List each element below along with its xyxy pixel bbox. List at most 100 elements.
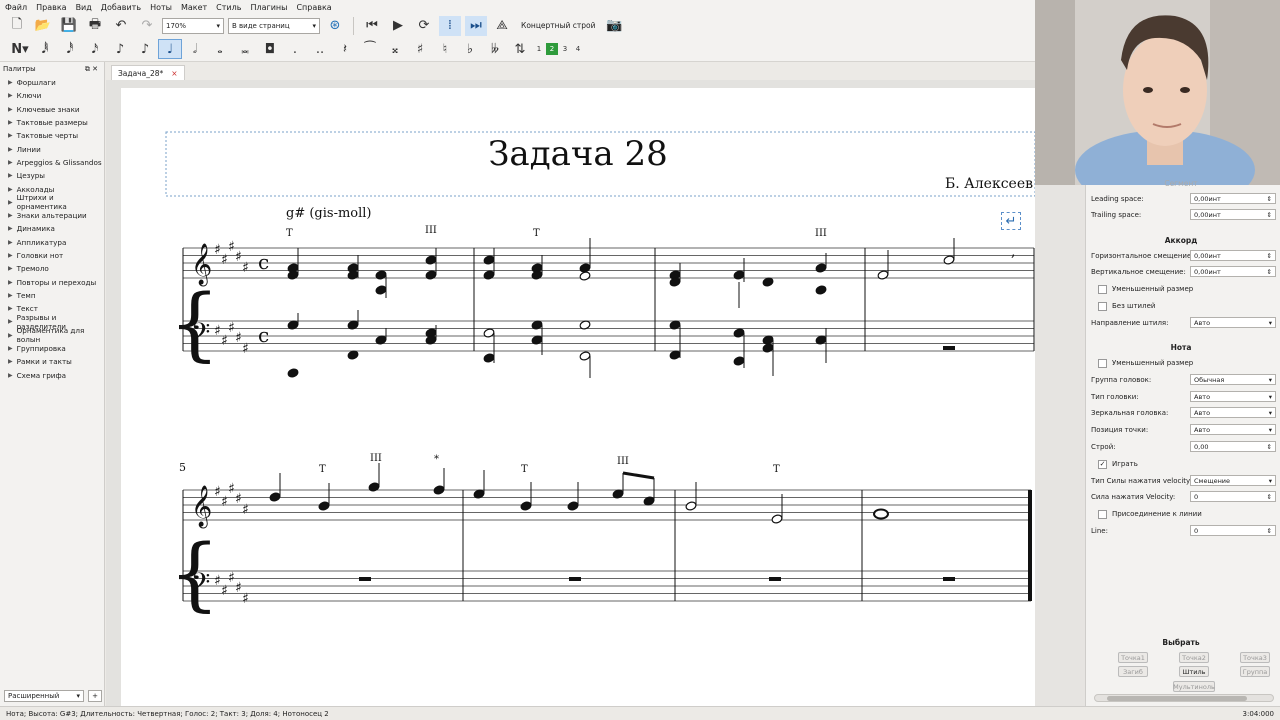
play-checkbox[interactable]: ✓ Играть xyxy=(1098,458,1138,470)
select-dot2-button[interactable]: Точка2 xyxy=(1179,652,1209,663)
loop-out-icon[interactable]: ⏭ xyxy=(465,15,487,36)
inspector-scrollbar[interactable] xyxy=(1094,694,1274,702)
no-stem-checkbox[interactable]: Без штилей xyxy=(1098,300,1155,312)
spin-icon[interactable]: ⇕ xyxy=(1267,195,1272,203)
select-tuplet-button[interactable]: Мультиноль xyxy=(1173,681,1215,692)
loop-in-icon[interactable]: ⁞ xyxy=(439,15,461,36)
trailing-space-field[interactable]: 0,00инт ⇕ xyxy=(1190,209,1276,220)
palette-item[interactable]: ▶ Головки нот xyxy=(0,249,104,262)
palette-item[interactable]: ▶ Рамки и такты xyxy=(0,355,104,368)
score-composer[interactable]: Б. Алексеев xyxy=(945,176,1033,192)
palette-item[interactable]: ▶ Повторы и переходы xyxy=(0,275,104,288)
concert-pitch-toggle[interactable]: Концертный строй xyxy=(517,21,599,30)
score-page[interactable]: {𝄞 𝄢 ♯ ♯ ♯ ♯ ♯ ♯ ♯ ♯ ♯ ♯ c c T III T III,{𝄞 𝄢 ♯ ♯ ♯ ♯ ♯ ♯ ♯ ♯ ♯ ♯ T II… xyxy=(121,88,1035,706)
redo-icon[interactable]: ↷ xyxy=(136,16,158,36)
play-icon[interactable]: ▶ xyxy=(387,16,409,36)
score-title[interactable]: Задача 28 xyxy=(121,134,1035,174)
score-svg[interactable]: {𝄞𝄢♯♯♯♯♯♯♯♯♯♯ccT III T III,{𝄞𝄢♯♯♯♯♯♯♯♯♯♯TII… xyxy=(121,88,1035,706)
palette-item[interactable]: ▶ Аппликатура xyxy=(0,236,104,249)
line-field[interactable]: 0 ⇕ xyxy=(1190,525,1276,536)
palette-item[interactable]: ▶ Схема грифа xyxy=(0,369,104,382)
palette-item[interactable]: ▶ Цезуры xyxy=(0,169,104,182)
flat-icon[interactable]: ♭ xyxy=(458,39,482,59)
stem-direction-select[interactable]: Авто ▾ xyxy=(1190,317,1276,328)
select-dot1-button[interactable]: Точка1 xyxy=(1118,652,1148,663)
dot-icon[interactable]: . xyxy=(283,39,307,59)
head-group-select[interactable]: Обычная ▾ xyxy=(1190,374,1276,385)
spin-icon[interactable]: ⇕ xyxy=(1267,252,1272,260)
voice-4-button[interactable]: 4 xyxy=(572,43,584,55)
open-icon[interactable]: 📂 xyxy=(32,16,54,36)
system-break-icon[interactable]: ↵ xyxy=(1001,212,1021,230)
spin-icon[interactable]: ⇕ xyxy=(1267,527,1272,535)
workspace-select[interactable]: Расширенный ▾ xyxy=(4,690,84,702)
select-hook-button[interactable]: Загиб xyxy=(1118,666,1148,677)
tab-close-icon[interactable]: × xyxy=(171,69,177,78)
key-text[interactable]: g# (gis-moll) xyxy=(286,206,372,221)
small-note-checkbox[interactable]: Уменьшенный размер xyxy=(1098,357,1193,369)
spin-icon[interactable]: ⇕ xyxy=(1267,268,1272,276)
fix-to-line-checkbox[interactable]: Присоединение к линии xyxy=(1098,508,1202,520)
undock-icon[interactable]: ⧉ xyxy=(85,65,90,73)
menu-edit[interactable]: Правка xyxy=(36,3,66,12)
spin-icon[interactable]: ⇕ xyxy=(1267,211,1272,219)
palette-item[interactable]: ▶ Линии xyxy=(0,142,104,155)
select-dot3-button[interactable]: Точка3 xyxy=(1240,652,1270,663)
palette-item[interactable]: ▶ Тактовые размеры xyxy=(0,116,104,129)
duration-longa-icon[interactable]: ◘ xyxy=(258,39,282,59)
checkbox-box[interactable] xyxy=(1098,284,1107,294)
tuning-field[interactable]: 0,00 ⇕ xyxy=(1190,441,1276,452)
palette-item[interactable]: ▶ Ключевые знаки xyxy=(0,103,104,116)
natural-icon[interactable]: ♮ xyxy=(433,39,457,59)
spin-icon[interactable]: ⇕ xyxy=(1267,493,1272,501)
palette-item[interactable]: ▶ Форшлаги xyxy=(0,76,104,89)
small-chord-checkbox[interactable]: Уменьшенный размер xyxy=(1098,283,1193,295)
save-icon[interactable]: 💾 xyxy=(58,16,80,36)
voice-2-button[interactable]: 2 xyxy=(546,43,558,55)
view-mode-select[interactable]: В виде страниц ▾ xyxy=(228,17,320,34)
menu-file[interactable]: Файл xyxy=(5,3,27,12)
palette-item[interactable]: ▶ Штрихи и орнаментика xyxy=(0,193,104,211)
palette-item[interactable]: ▶ Ключи xyxy=(0,89,104,102)
loop-icon[interactable]: ⟳ xyxy=(413,16,435,36)
duration-half-icon[interactable]: 𝅗𝅥 xyxy=(183,39,207,59)
duration-breve-icon[interactable]: 𝅜 xyxy=(233,39,257,59)
menu-notes[interactable]: Ноты xyxy=(150,3,172,12)
duration-whole-icon[interactable]: 𝅝 xyxy=(208,39,232,59)
mirror-head-select[interactable]: Авто ▾ xyxy=(1190,407,1276,418)
tie-icon[interactable]: ⁀ xyxy=(358,39,382,59)
duration-64th-icon[interactable]: 𝅘𝅥𝅱 xyxy=(33,39,57,59)
close-icon[interactable]: ✕ xyxy=(92,65,98,73)
midi-input-icon[interactable]: ⊛ xyxy=(324,16,346,36)
print-icon[interactable]: 🖶 xyxy=(84,16,106,36)
flip-direction-icon[interactable]: ⇅ xyxy=(508,39,532,59)
velocity-field[interactable]: 0 ⇕ xyxy=(1190,491,1276,502)
v-offset-field[interactable]: 0,00инт ⇕ xyxy=(1190,266,1276,277)
palette-item[interactable]: ▶ Arpeggios & Glissandos xyxy=(0,156,104,169)
duration-8th-icon[interactable]: ♪ xyxy=(108,39,132,59)
select-stem-button[interactable]: Штиль xyxy=(1179,666,1209,677)
scrollbar-thumb[interactable] xyxy=(1107,696,1247,701)
spin-icon[interactable]: ⇕ xyxy=(1267,443,1272,451)
dot-position-select[interactable]: Авто ▾ xyxy=(1190,424,1276,435)
duration-quarter-icon[interactable]: ♩ xyxy=(158,39,182,59)
voice-1-button[interactable]: 1 xyxy=(533,43,545,55)
palette-item[interactable]: ▶ Тремоло xyxy=(0,262,104,275)
palette-item[interactable]: ▶ Тактовые черты xyxy=(0,129,104,142)
undo-icon[interactable]: ↶ xyxy=(110,16,132,36)
velocity-type-select[interactable]: Смещение ▾ xyxy=(1190,475,1276,486)
palette-item[interactable]: ▶ Темп xyxy=(0,289,104,302)
zoom-select[interactable]: 170% ▾ xyxy=(162,17,224,34)
head-type-select[interactable]: Авто ▾ xyxy=(1190,391,1276,402)
checkbox-box[interactable] xyxy=(1098,301,1107,311)
palette-item[interactable]: ▶ Динамика xyxy=(0,222,104,235)
rewind-icon[interactable]: ⏮ xyxy=(361,16,383,36)
sharp-icon[interactable]: ♯ xyxy=(408,39,432,59)
palette-item[interactable]: ▶ Орнаментика для волын xyxy=(0,326,104,344)
checkbox-checked[interactable]: ✓ xyxy=(1098,459,1107,469)
new-score-icon[interactable]: 🗋 xyxy=(6,16,28,36)
double-flat-icon[interactable]: 𝄫 xyxy=(483,39,507,59)
menu-style[interactable]: Стиль xyxy=(216,3,241,12)
note-input-mode-icon[interactable]: N▾ xyxy=(8,39,32,59)
metronome-icon[interactable]: ⟁ xyxy=(491,16,513,36)
